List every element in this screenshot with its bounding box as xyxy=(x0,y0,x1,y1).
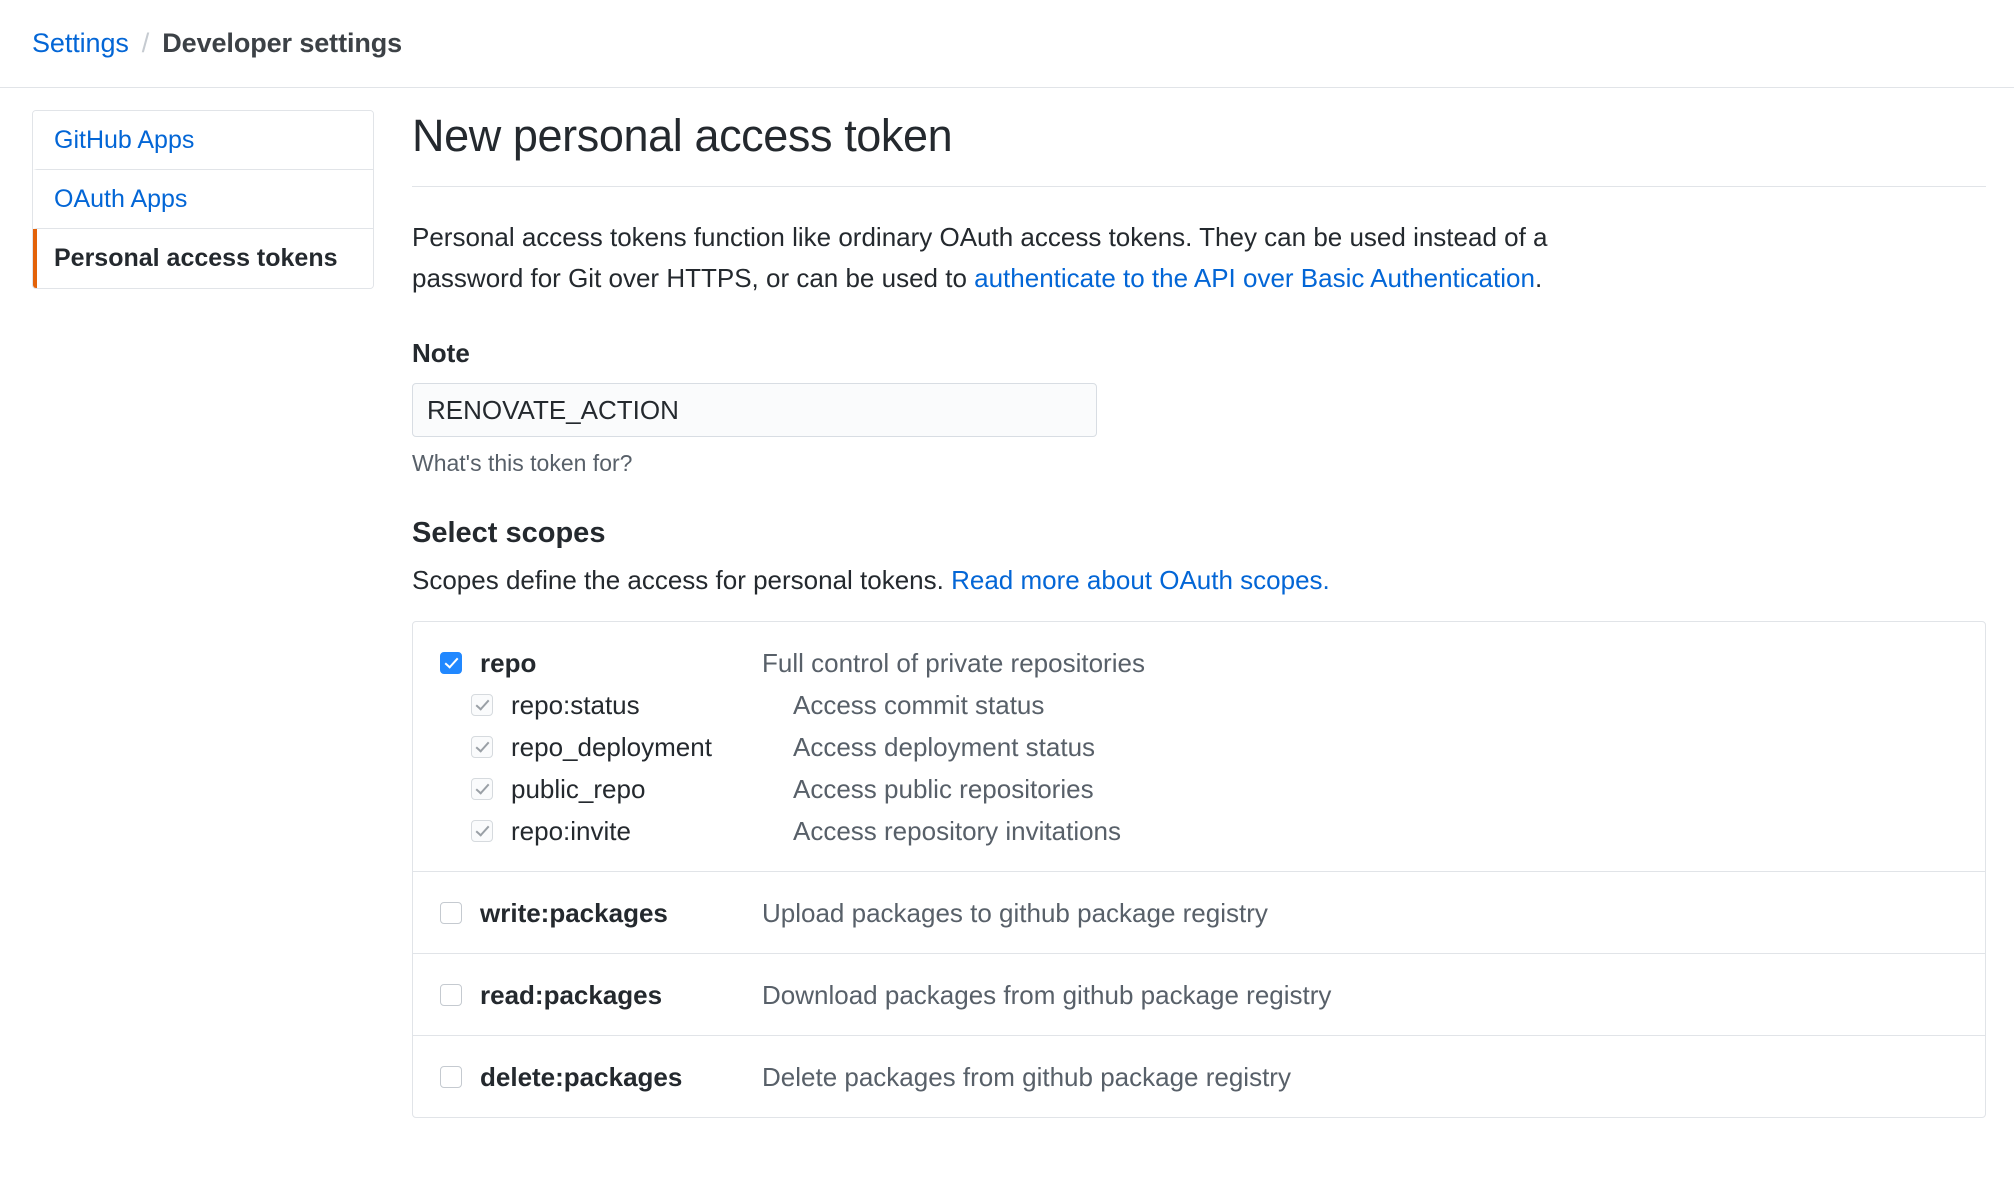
scope-row-repo-status[interactable]: repo:status Access commit status xyxy=(413,684,1985,726)
scope-group-write-packages: write:packages Upload packages to github… xyxy=(413,872,1985,955)
scope-row-write-packages[interactable]: write:packages Upload packages to github… xyxy=(413,892,1985,934)
select-scopes-title: Select scopes xyxy=(412,517,606,550)
scope-description: Access repository invitations xyxy=(793,815,1122,846)
scope-description: Access public repositories xyxy=(793,773,1094,804)
scope-description: Delete packages from github package regi… xyxy=(762,1061,1291,1092)
scope-name: public_repo xyxy=(511,773,646,804)
intro-text-after: . xyxy=(1534,262,1543,293)
sidebar-item-label: Personal access tokens xyxy=(54,244,338,272)
note-help-text: What's this token for? xyxy=(412,450,633,477)
checkbox-repo-invite-icon xyxy=(471,820,493,843)
breadcrumb-current: Developer settings xyxy=(162,28,403,58)
oauth-scopes-doc-link[interactable]: Read more about OAuth scopes. xyxy=(951,565,1330,595)
scope-group-repo: repo Full control of private repositorie… xyxy=(413,622,1985,873)
checkbox-repo-status-icon xyxy=(471,694,493,717)
scope-description: Full control of private repositories xyxy=(762,647,1145,678)
checkbox-delete-packages-icon[interactable] xyxy=(440,1066,462,1089)
scope-name: repo:status xyxy=(511,689,640,720)
sidebar-item-oauth-apps[interactable]: OAuth Apps xyxy=(33,170,373,229)
sidebar-card: GitHub Apps OAuth Apps Personal access t… xyxy=(32,110,374,289)
breadcrumb-settings-link[interactable]: Settings xyxy=(32,28,129,59)
note-label: Note xyxy=(412,338,470,369)
checkbox-read-packages-icon[interactable] xyxy=(440,984,462,1007)
basic-auth-doc-link[interactable]: authenticate to the API over Basic Authe… xyxy=(974,263,1535,293)
scope-description: Upload packages to github package regist… xyxy=(762,897,1268,928)
intro-paragraph: Personal access tokens function like ord… xyxy=(412,217,1552,298)
scope-description: Access deployment status xyxy=(793,731,1096,762)
scopes-desc-text: Scopes define the access for personal to… xyxy=(412,565,952,596)
scopes-list: repo Full control of private repositorie… xyxy=(412,621,1986,1119)
scope-description: Access commit status xyxy=(793,689,1045,720)
scope-row-repo[interactable]: repo Full control of private repositorie… xyxy=(413,642,1985,684)
scope-name: delete:packages xyxy=(480,1061,683,1092)
breadcrumb: Settings / Developer settings xyxy=(0,0,2014,88)
page-body: GitHub Apps OAuth Apps Personal access t… xyxy=(0,88,2014,1119)
checkbox-repo-icon[interactable] xyxy=(440,652,462,675)
sidebar: GitHub Apps OAuth Apps Personal access t… xyxy=(32,110,374,1118)
title-divider xyxy=(412,186,1986,187)
note-input[interactable] xyxy=(412,383,1097,438)
scope-group-read-packages: read:packages Download packages from git… xyxy=(413,954,1985,1037)
scope-row-repo-invite[interactable]: repo:invite Access repository invitation… xyxy=(413,810,1985,852)
scope-row-read-packages[interactable]: read:packages Download packages from git… xyxy=(413,974,1985,1016)
main-content: New personal access token Personal acces… xyxy=(374,110,2014,1119)
scope-name: read:packages xyxy=(480,979,663,1010)
sidebar-item-label: OAuth Apps xyxy=(54,184,188,213)
scope-name: repo_deployment xyxy=(511,731,712,762)
scope-name: repo xyxy=(480,647,537,678)
checkbox-write-packages-icon[interactable] xyxy=(440,902,462,925)
scope-row-repo-deployment[interactable]: repo_deployment Access deployment status xyxy=(413,726,1985,768)
sidebar-item-personal-access-tokens[interactable]: Personal access tokens xyxy=(33,229,373,288)
scope-row-public-repo[interactable]: public_repo Access public repositories xyxy=(413,768,1985,810)
checkbox-public-repo-icon xyxy=(471,778,493,801)
checkbox-repo-deployment-icon xyxy=(471,736,493,759)
breadcrumb-separator: / xyxy=(141,28,150,58)
scope-description: Download packages from github package re… xyxy=(762,979,1332,1010)
scope-row-delete-packages[interactable]: delete:packages Delete packages from git… xyxy=(413,1056,1985,1098)
scope-name: write:packages xyxy=(480,897,668,928)
scope-name: repo:invite xyxy=(511,815,631,846)
scope-group-delete-packages: delete:packages Delete packages from git… xyxy=(413,1036,1985,1117)
sidebar-item-label: GitHub Apps xyxy=(54,125,195,154)
page-title: New personal access token xyxy=(412,110,953,161)
scopes-description: Scopes define the access for personal to… xyxy=(412,565,1986,596)
sidebar-item-github-apps[interactable]: GitHub Apps xyxy=(33,111,373,170)
